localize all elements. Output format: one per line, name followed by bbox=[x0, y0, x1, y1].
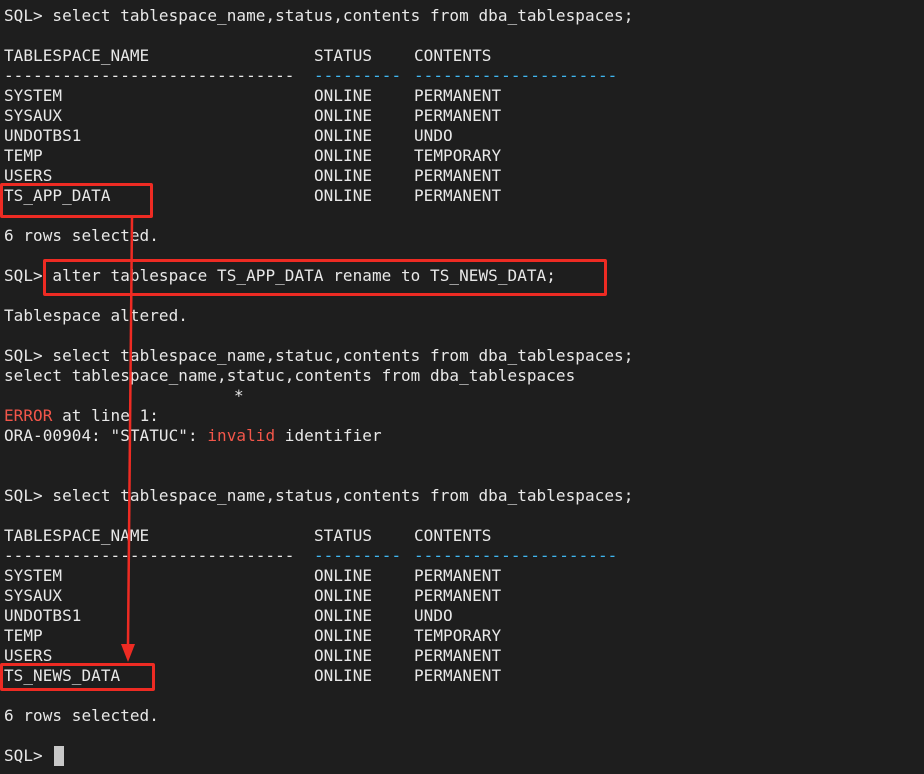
red-arrow bbox=[121, 217, 135, 662]
